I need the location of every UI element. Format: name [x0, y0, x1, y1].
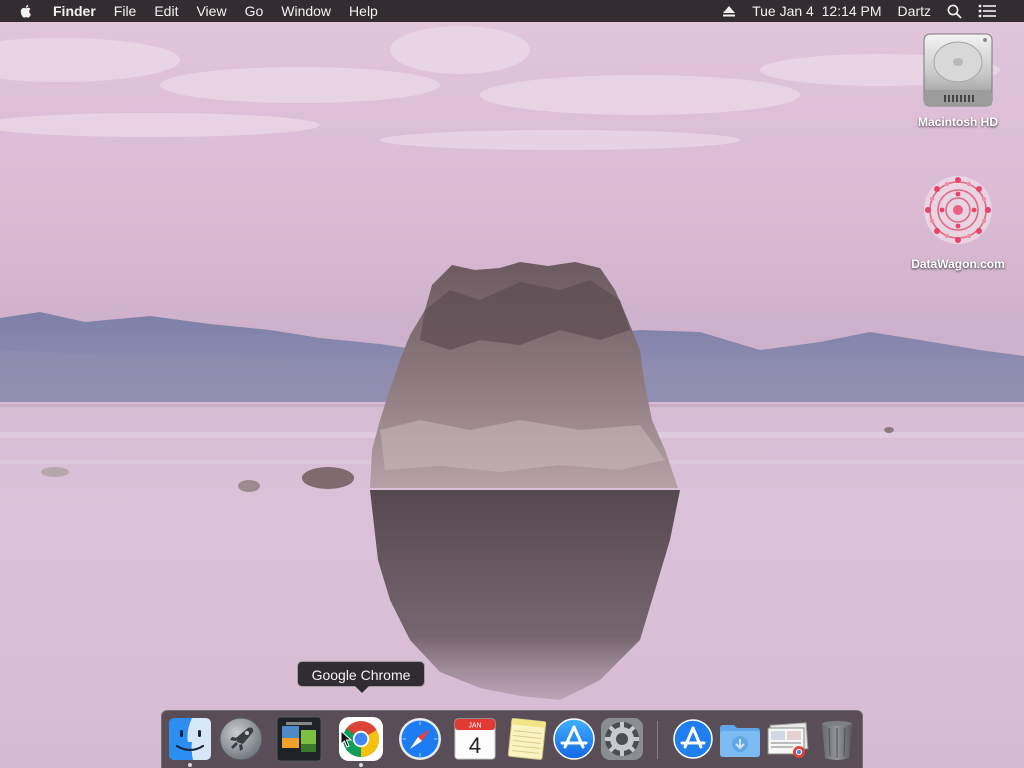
dock-item-calendar[interactable]: JAN 4	[452, 716, 498, 762]
desktop-icon-label: Macintosh HD	[917, 115, 998, 129]
stack-icon	[767, 722, 809, 758]
dock-item-finder[interactable]	[167, 716, 213, 767]
apple-menu-icon[interactable]	[18, 3, 34, 19]
calendar-month: JAN	[468, 723, 481, 730]
dock-separator	[657, 721, 658, 759]
dock-tooltip: Google Chrome	[297, 661, 425, 693]
menu-file[interactable]: File	[105, 0, 146, 22]
tooltip-arrow	[355, 686, 369, 693]
tooltip-text: Google Chrome	[311, 667, 411, 683]
dock-item-applications[interactable]	[670, 716, 716, 762]
wallpaper	[0, 26, 1024, 768]
applications-folder-icon	[673, 719, 713, 759]
menu-go[interactable]: Go	[236, 0, 273, 22]
calendar-day: 4	[469, 733, 481, 758]
desktop-icon-macintosh-hd[interactable]: Macintosh HD	[898, 32, 1018, 129]
menu-clock[interactable]: Tue Jan 4 12:14 PM	[744, 0, 889, 22]
dock-item-stack[interactable]	[765, 716, 811, 762]
image-capture-icon	[276, 716, 322, 762]
notification-center-icon[interactable]	[970, 4, 1004, 18]
notes-icon	[507, 718, 547, 760]
desktop[interactable]: Finder File Edit View Go Window Help Tue…	[0, 0, 1024, 768]
desktop-icon-datawagon[interactable]: DataWagon.com	[898, 170, 1018, 271]
menu-user[interactable]: Dartz	[890, 0, 939, 22]
mouse-cursor-icon	[340, 730, 352, 748]
dock: JAN 4	[161, 710, 863, 768]
menu-view[interactable]: View	[187, 0, 235, 22]
trash-icon	[822, 721, 852, 760]
menu-bar-left: Finder File Edit View Go Window Help	[18, 0, 387, 22]
menu-bar: Finder File Edit View Go Window Help Tue…	[0, 0, 1024, 22]
menu-help[interactable]: Help	[340, 0, 387, 22]
dock-item-app-store[interactable]	[551, 716, 597, 762]
menu-bar-status: Tue Jan 4 12:14 PM Dartz	[714, 0, 1004, 22]
finder-icon	[169, 718, 211, 760]
dock-item-launchpad[interactable]	[218, 716, 264, 762]
safari-icon	[399, 718, 441, 760]
disk-image-icon	[898, 170, 1018, 253]
desktop-icon-label: DataWagon.com	[911, 257, 1005, 271]
spotlight-search-icon[interactable]	[939, 4, 970, 19]
downloads-folder-icon	[720, 725, 760, 757]
running-indicator	[359, 763, 363, 767]
launchpad-icon	[219, 717, 263, 761]
dock-item-trash[interactable]	[814, 716, 860, 762]
dock-item-downloads[interactable]	[717, 716, 763, 762]
menu-window[interactable]: Window	[272, 0, 340, 22]
dock-item-image-capture[interactable]	[276, 716, 322, 762]
dock-item-notes[interactable]	[504, 716, 550, 762]
menu-edit[interactable]: Edit	[145, 0, 187, 22]
system-preferences-icon	[601, 718, 643, 760]
hard-drive-icon	[898, 32, 1018, 111]
dock-item-system-preferences[interactable]	[599, 716, 645, 762]
eject-icon[interactable]	[714, 5, 744, 17]
running-indicator	[188, 763, 192, 767]
dock-item-safari[interactable]	[397, 716, 443, 762]
menu-app-name[interactable]: Finder	[44, 0, 105, 22]
app-store-icon	[553, 718, 595, 760]
calendar-icon: JAN 4	[454, 718, 496, 760]
